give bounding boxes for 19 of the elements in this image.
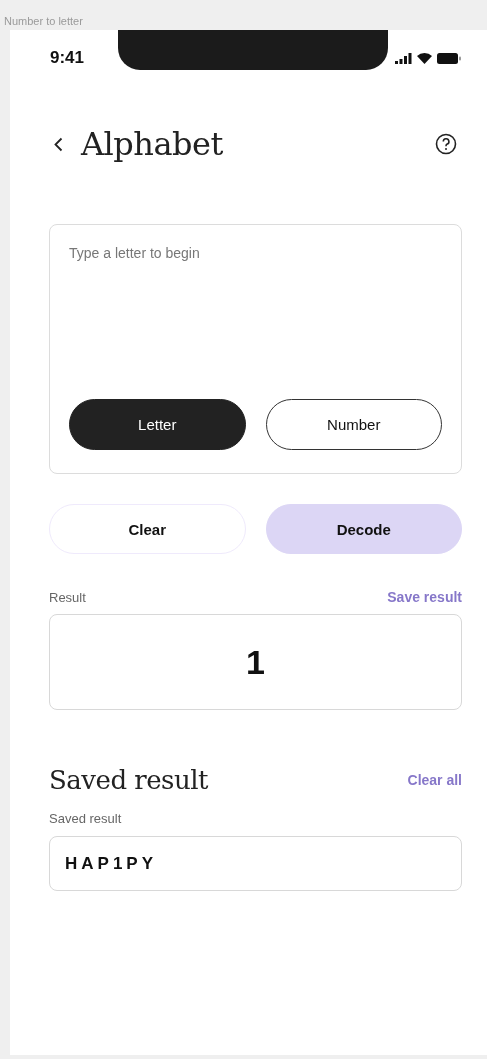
decode-button[interactable]: Decode xyxy=(265,504,462,554)
wifi-icon xyxy=(417,53,432,64)
battery-icon xyxy=(437,53,461,64)
back-icon[interactable] xyxy=(54,136,63,152)
saved-result-label: Saved result xyxy=(49,811,122,826)
saved-result-field[interactable]: HAP1PY xyxy=(49,836,462,891)
clear-all-link[interactable]: Clear all xyxy=(407,772,462,788)
result-display: 1 xyxy=(49,614,462,710)
clear-button[interactable]: Clear xyxy=(49,504,246,554)
save-result-link[interactable]: Save result xyxy=(387,589,462,605)
signal-icon xyxy=(395,53,412,64)
mode-toggle[interactable]: Number xyxy=(265,399,442,450)
help-icon[interactable] xyxy=(435,133,457,155)
status-time: 9:41 xyxy=(50,48,85,68)
section-heading: Saved result xyxy=(49,765,208,795)
result-label: Result xyxy=(49,589,86,605)
frame-label: Number to letter xyxy=(3,14,83,29)
page-title: Alphabet xyxy=(81,125,223,163)
mode-toggle[interactable]: Letter xyxy=(69,399,246,450)
